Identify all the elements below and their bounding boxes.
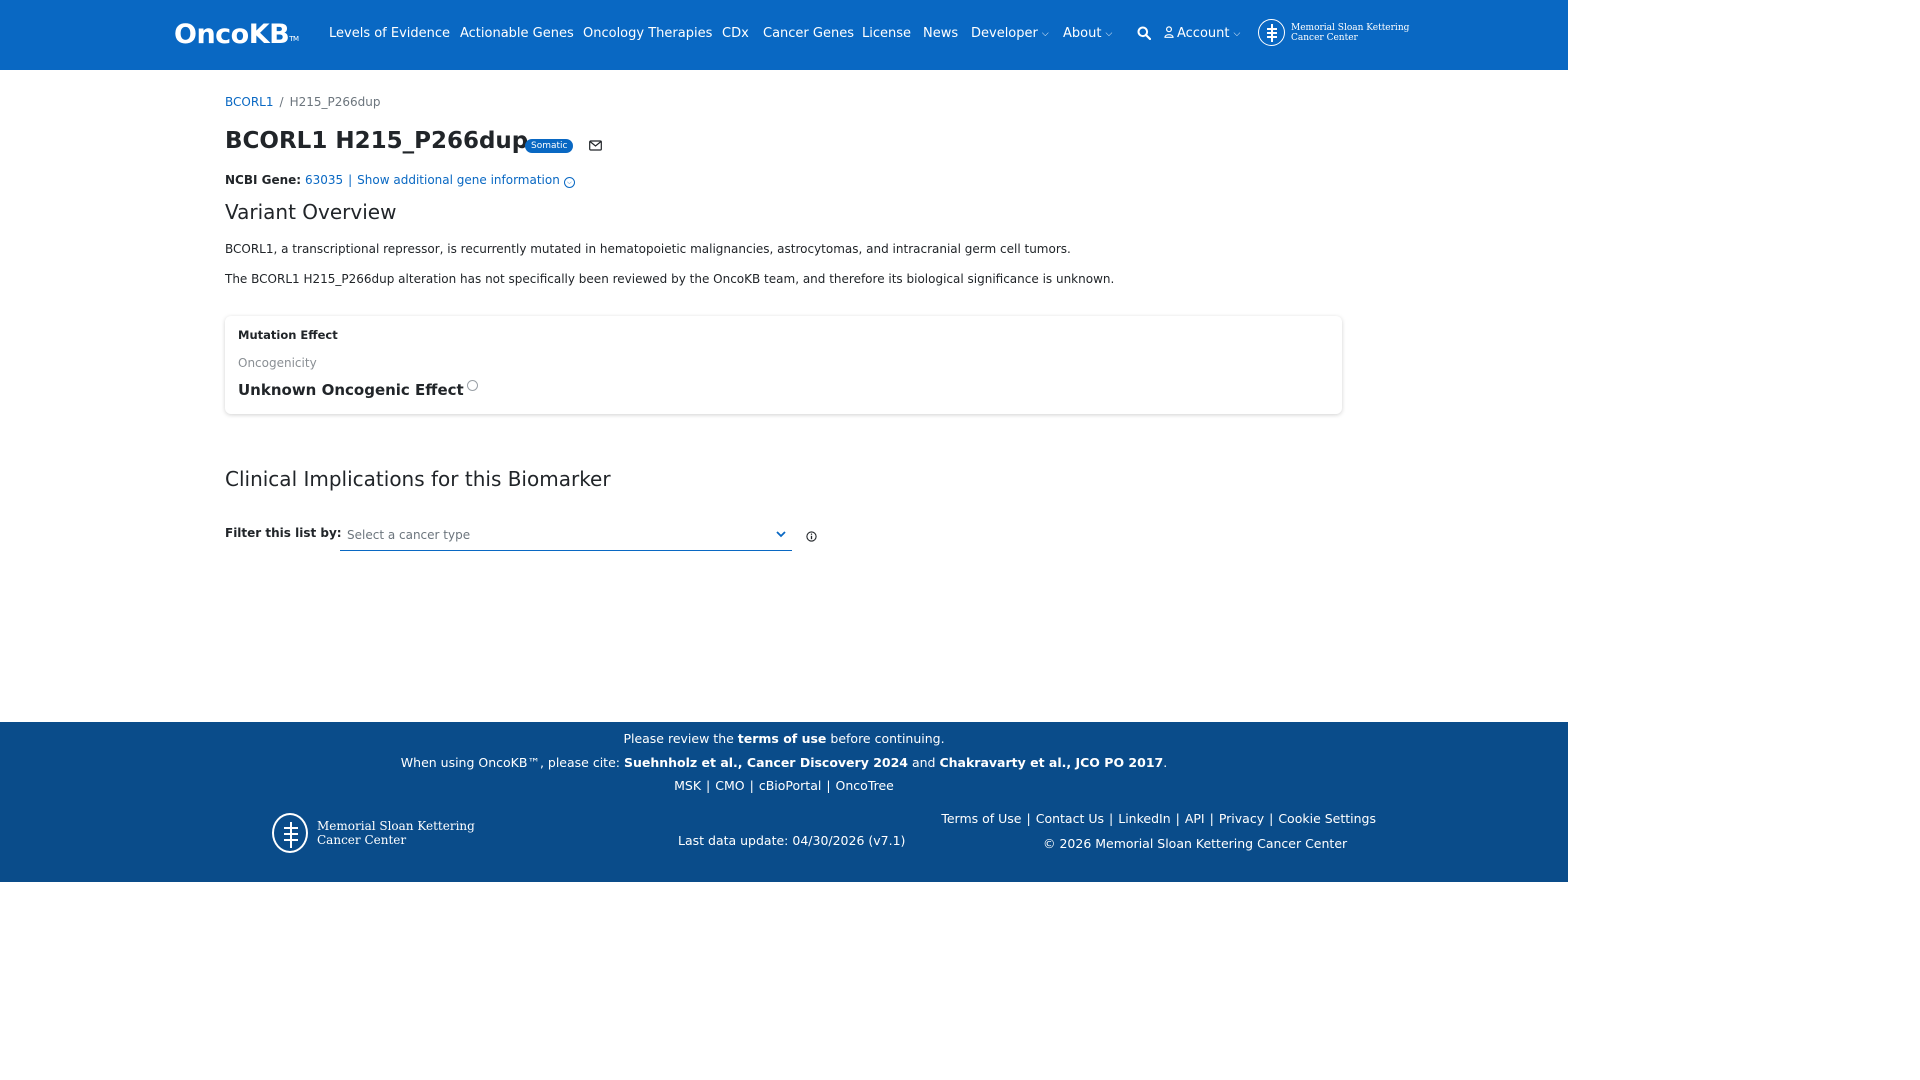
footer-link-cbioportal[interactable]: cBioPortal <box>759 778 821 793</box>
chevron-down-circle-icon: ⌵ <box>563 177 575 188</box>
nav-levels-of-evidence[interactable]: Levels of Evidence <box>329 0 450 70</box>
nav-about-dropdown[interactable]: About ⌵ <box>1063 0 1112 70</box>
nav-oncology-therapies[interactable]: Oncology Therapies <box>583 0 712 70</box>
ncbi-gene-row: NCBI Gene: 63035 | Show additional gene in… <box>225 173 575 188</box>
chevron-down-icon[interactable] <box>776 530 786 538</box>
oncokb-logo[interactable]: OncoKBTM <box>174 18 299 52</box>
nav-cancer-genes[interactable]: Cancer Genes <box>763 0 854 70</box>
msk-logo[interactable]: Memorial Sloan Kettering Cancer Center <box>1258 19 1409 51</box>
variant-overview-heading: Variant Overview <box>225 200 397 224</box>
citation-link-1[interactable]: Suehnholz et al., Cancer Discovery 2024 <box>624 755 908 770</box>
msk-seal-icon <box>272 813 308 853</box>
account-menu[interactable]: Account ⌵ <box>1164 0 1240 70</box>
ncbi-gene-link[interactable]: 63035 <box>305 173 343 187</box>
filter-label: Filter this list by: <box>225 526 342 540</box>
footer-privacy-link[interactable]: Privacy <box>1219 811 1264 826</box>
breadcrumb: BCORL1 / H215_P266dup <box>225 95 380 109</box>
breadcrumb-current: H215_P266dup <box>289 95 381 109</box>
footer-cookie-settings-link[interactable]: Cookie Settings <box>1278 811 1376 826</box>
footer-linkedin-link[interactable]: LinkedIn <box>1118 811 1170 826</box>
cancer-type-select[interactable]: Select a cancer type <box>340 521 792 551</box>
top-navbar: OncoKBTM Levels of Evidence Actionable G… <box>0 0 1568 70</box>
footer-msk-logo[interactable]: Memorial Sloan Kettering Cancer Center <box>272 813 492 855</box>
citation-link-2[interactable]: Chakravarty et al., JCO PO 2017 <box>939 755 1163 770</box>
citation-notice: When using OncoKB™, please cite: Suehnho… <box>400 755 1168 770</box>
nav-developer-dropdown[interactable]: Developer ⌵ <box>971 0 1049 70</box>
last-data-update: Last data update: 04/30/2026 (v7.1) <box>678 833 906 848</box>
mail-icon[interactable] <box>589 140 602 151</box>
msk-logo-text: Memorial Sloan Kettering Cancer Center <box>1291 23 1410 43</box>
copyright: © 2026 Memorial Sloan Kettering Cancer C… <box>1043 836 1348 851</box>
oncogenicity-label: Oncogenicity <box>238 356 317 370</box>
footer-contact-link[interactable]: Contact Us <box>1036 811 1104 826</box>
nav-news[interactable]: News <box>923 0 958 70</box>
footer-link-cmo[interactable]: CMO <box>715 778 744 793</box>
msk-seal-icon <box>1258 19 1285 46</box>
nav-license[interactable]: License <box>862 0 911 70</box>
breadcrumb-separator: / <box>279 95 284 109</box>
footer-links: Terms of Use | Contact Us | LinkedIn | API | Pri… <box>941 811 1376 826</box>
oncogenicity-value: Unknown Oncogenic Effect <box>238 380 478 399</box>
footer-link-oncotree[interactable]: OncoTree <box>836 778 894 793</box>
info-icon[interactable] <box>806 531 817 542</box>
logo-trademark: TM <box>289 35 299 43</box>
unknown-oncogenic-icon <box>466 380 478 391</box>
user-icon <box>1164 26 1174 38</box>
footer-msk-logo-text: Memorial Sloan Kettering Cancer Center <box>317 819 475 847</box>
ncbi-gene-label: NCBI Gene: <box>225 173 302 187</box>
nav-actionable-genes[interactable]: Actionable Genes <box>460 0 574 70</box>
nav-about-label: About <box>1063 26 1102 41</box>
gene-summary: BCORL1, a transcriptional repressor, is … <box>225 242 1071 256</box>
clinical-implications-heading: Clinical Implications for this Biomarker <box>225 467 611 491</box>
terms-notice: Please review the terms of use before co… <box>623 731 945 746</box>
nav-developer-label: Developer <box>971 26 1038 41</box>
cancer-type-placeholder: Select a cancer type <box>347 528 471 542</box>
footer-terms-link[interactable]: Terms of Use <box>941 811 1021 826</box>
chevron-down-icon: ⌵ <box>1105 29 1113 39</box>
variant-summary: The BCORL1 H215_P266dup alteration has n… <box>225 272 1115 286</box>
nav-cdx[interactable]: CDx <box>722 0 749 70</box>
show-gene-info-link[interactable]: Show additional gene information ⌵ <box>357 173 575 188</box>
mutation-effect-card: Mutation Effect Oncogenicity Unknown Onc… <box>225 316 1342 414</box>
resource-links: MSK | CMO | cBioPortal | OncoTree <box>674 778 894 793</box>
breadcrumb-gene-link[interactable]: BCORL1 <box>225 95 274 109</box>
chevron-down-icon: ⌵ <box>1041 29 1049 39</box>
terms-of-use-link[interactable]: terms of use <box>738 731 827 746</box>
account-label: Account <box>1177 26 1230 41</box>
chevron-down-icon: ⌵ <box>1233 29 1241 39</box>
footer: Please review the terms of use before co… <box>0 722 1568 882</box>
footer-api-link[interactable]: API <box>1185 811 1205 826</box>
somatic-badge: Somatic <box>525 139 574 153</box>
search-icon[interactable] <box>1137 26 1151 40</box>
mutation-effect-title: Mutation Effect <box>238 328 338 342</box>
footer-link-msk[interactable]: MSK <box>674 778 701 793</box>
ncbi-separator: | <box>348 173 353 187</box>
page-title: BCORL1 H215_P266dup <box>225 128 529 154</box>
